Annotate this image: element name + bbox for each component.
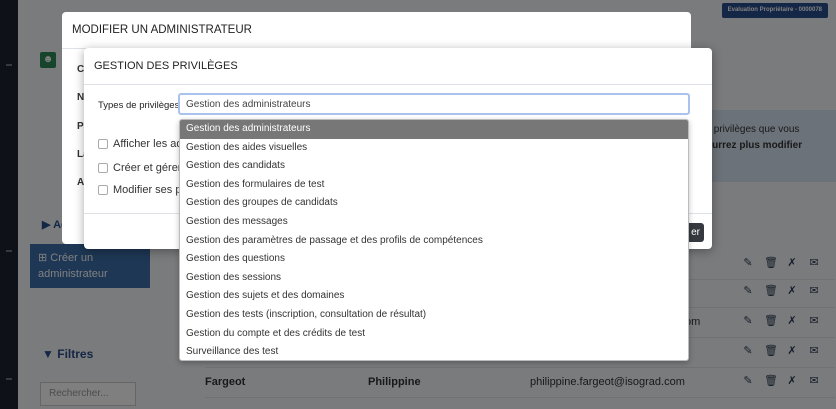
- dropdown-option[interactable]: Gestion des tests (inscription, consulta…: [180, 306, 688, 325]
- dropdown-option[interactable]: Gestion des sujets et des domaines: [180, 287, 688, 306]
- privilege-checkbox-row[interactable]: Créer et gérer d: [98, 162, 191, 174]
- checkbox[interactable]: [98, 163, 108, 173]
- dropdown-option[interactable]: Gestion des aides visuelles: [180, 139, 688, 158]
- dropdown-option[interactable]: Gestion des questions: [180, 250, 688, 269]
- dropdown-option[interactable]: Gestion des formulaires de test: [180, 176, 688, 195]
- dropdown-option[interactable]: Gestion des groupes de candidats: [180, 194, 688, 213]
- checkbox[interactable]: [98, 185, 108, 195]
- privileges-modal-title: GESTION DES PRIVILÈGES: [84, 48, 712, 85]
- privilege-types-select[interactable]: Gestion des administrateurs: [178, 93, 690, 115]
- dropdown-option[interactable]: Gestion des candidats: [180, 157, 688, 176]
- privilege-checkbox-row[interactable]: Modifier ses pri: [98, 184, 188, 196]
- dropdown-option[interactable]: Gestion du compte et des crédits de test: [180, 325, 688, 344]
- dropdown-option[interactable]: Gestion des sessions: [180, 269, 688, 288]
- privilege-label: Modifier ses pri: [113, 184, 188, 196]
- checkbox[interactable]: [98, 139, 108, 149]
- dropdown-option[interactable]: Surveillance des test: [180, 343, 688, 360]
- dropdown-option[interactable]: Gestion des administrateurs: [180, 120, 688, 139]
- dropdown-option[interactable]: Gestion des messages: [180, 213, 688, 232]
- privilege-checkbox-row[interactable]: Afficher les adm: [98, 138, 192, 150]
- dropdown-option[interactable]: Gestion des paramètres de passage et des…: [180, 232, 688, 251]
- privilege-types-dropdown: Gestion des administrateurs Gestion des …: [179, 119, 689, 361]
- privilege-types-label: Types de privilèges: [98, 100, 180, 111]
- edit-admin-modal-title: MODIFIER UN ADMINISTRATEUR: [62, 12, 691, 49]
